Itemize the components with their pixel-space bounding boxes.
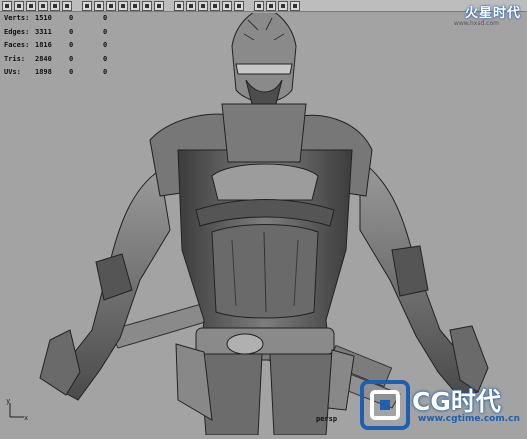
camera-icon[interactable]	[106, 0, 116, 11]
paint-icon[interactable]	[26, 0, 36, 11]
axis-gizmo: y x	[6, 397, 28, 421]
helmet	[231, 7, 297, 105]
hud-value: 0	[69, 14, 74, 22]
hud-value: 0	[103, 54, 108, 63]
hud-label: Tris:	[4, 54, 26, 63]
xray-icon[interactable]	[266, 0, 276, 11]
rotate-icon[interactable]	[50, 0, 60, 11]
left-arm	[39, 169, 171, 401]
snap-icon[interactable]	[234, 0, 244, 11]
manipulator-icon[interactable]	[82, 0, 92, 11]
scale-icon[interactable]	[62, 0, 72, 11]
hud-row: Tris: 2840 0 0	[4, 53, 123, 67]
hud-value: 0	[69, 27, 74, 36]
hud-value: 2840	[35, 54, 52, 63]
select-icon[interactable]	[2, 0, 12, 11]
poly-count-hud: Verts: 1510 0 0 Edges: 3311 0 0 Faces: 1816 0 0 Tris…	[4, 12, 123, 80]
hud-value: 1510	[35, 14, 52, 22]
shaded-icon[interactable]	[130, 0, 140, 11]
right-arm	[359, 159, 489, 399]
wireframe-icon[interactable]	[118, 0, 128, 11]
collar	[221, 103, 307, 163]
layout-single-icon[interactable]	[174, 0, 184, 11]
isolate-icon[interactable]	[254, 0, 264, 11]
layout-persp-icon[interactable]	[198, 0, 208, 11]
hud-label: Edges:	[4, 27, 30, 36]
viewport-toolbar	[0, 0, 527, 12]
hud-value: 0	[103, 68, 108, 76]
hud-row: UVs: 1898 0 0	[4, 66, 123, 80]
hud-row: Faces: 1816 0 0	[4, 39, 123, 53]
hud-label: Verts:	[4, 14, 30, 22]
hud-label: Faces:	[4, 41, 30, 49]
lasso-icon[interactable]	[14, 0, 24, 11]
belt	[195, 327, 335, 355]
camera-name-label: persp	[316, 415, 338, 423]
textured-icon[interactable]	[142, 0, 152, 11]
hud-label: UVs:	[4, 68, 21, 76]
axis-x-label: x	[24, 414, 28, 421]
watermark-cgtime-url: www.cgtime.com.cn	[418, 414, 520, 424]
hud-value: 0	[69, 41, 74, 49]
hud-value: 0	[103, 27, 108, 36]
grid-icon[interactable]	[222, 0, 232, 11]
hud-icon[interactable]	[278, 0, 288, 11]
hud-row: Verts: 1510 0 0	[4, 12, 123, 26]
hud-value: 0	[69, 68, 74, 76]
hud-value: 0	[69, 54, 74, 63]
hud-row: Edges: 3311 0 0	[4, 26, 123, 40]
watermark-hxsd-url: www.hxsd.com	[453, 20, 499, 27]
hud-value: 1898	[35, 68, 52, 76]
hud-value: 0	[103, 14, 108, 22]
layout-four-icon[interactable]	[186, 0, 196, 11]
hud-value: 1816	[35, 41, 52, 49]
watermark-hxsd-logo: 火星时代	[464, 6, 521, 21]
hud-value: 0	[103, 41, 108, 49]
render-icon[interactable]	[290, 0, 300, 11]
hud-value: 3311	[35, 27, 52, 36]
move-icon[interactable]	[38, 0, 48, 11]
soft-icon[interactable]	[94, 0, 104, 11]
axis-y-label: y	[6, 397, 10, 405]
lights-icon[interactable]	[154, 0, 164, 11]
layout-outliner-icon[interactable]	[210, 0, 220, 11]
watermark-cgtime-title: CG时代	[412, 387, 501, 416]
